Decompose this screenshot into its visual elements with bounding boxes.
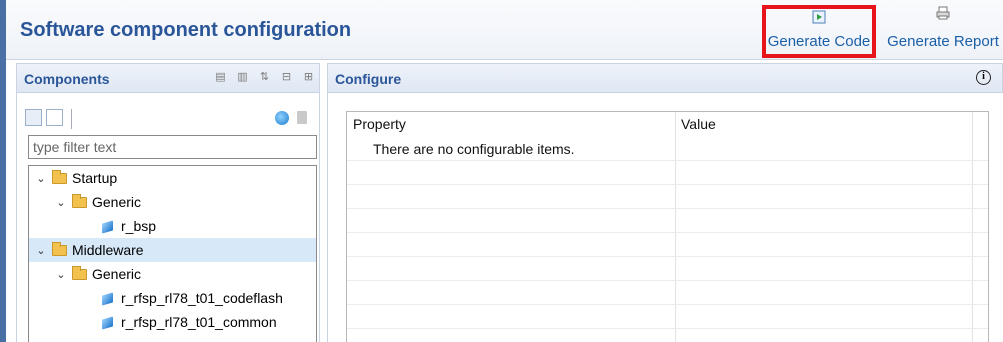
editor-header: Software component configuration Generat… [6, 0, 1003, 60]
tree-item[interactable]: r_bsp [29, 214, 316, 238]
row-divider [347, 304, 988, 305]
sort-alpha-icon[interactable]: ⇅ [258, 71, 271, 84]
column-divider [675, 112, 676, 342]
component-icon [101, 291, 115, 305]
column-header-value[interactable]: Value [681, 116, 716, 132]
printer-icon [936, 6, 950, 20]
chevron-down-icon[interactable]: ⌄ [35, 172, 47, 185]
column-header-property[interactable]: Property [353, 116, 406, 132]
component-tree: ⌄ Startup ⌄ Generic r_bsp ⌄ Middleware ⌄… [28, 165, 317, 342]
row-divider [347, 256, 988, 257]
row-divider [347, 280, 988, 281]
category-view-icon[interactable] [25, 109, 42, 126]
tree-item-label: Generic [92, 266, 142, 282]
row-divider [347, 160, 988, 161]
configure-panel: Property Value There are no configurable… [327, 93, 1003, 342]
generate-code-icon [812, 10, 826, 24]
folder-icon [72, 265, 87, 280]
add-component-icon[interactable] [275, 111, 289, 125]
component-icon [101, 315, 115, 329]
row-divider [347, 208, 988, 209]
column-divider [972, 112, 973, 342]
tree-item[interactable]: ⌄ Generic [29, 190, 316, 214]
expand-all-icon[interactable]: ▥ [236, 71, 249, 84]
tree-item-label: Middleware [72, 242, 144, 258]
collapse-all-icon[interactable]: ▤ [214, 71, 227, 84]
empty-message: There are no configurable items. [373, 141, 575, 157]
tree-item[interactable]: ⌄ Startup [29, 166, 316, 190]
tree-item[interactable]: ⌄ Middleware [29, 238, 316, 262]
tree-view-icon[interactable] [46, 109, 63, 126]
generate-code-label: Generate Code [767, 33, 871, 50]
generate-report-button[interactable]: Generate Report [884, 4, 1002, 56]
property-table: Property Value There are no configurable… [346, 111, 989, 342]
filter-input[interactable] [28, 135, 317, 159]
components-title: Components [24, 71, 110, 87]
components-panel-header: Components ▤ ▥ ⇅ ⊟ ⊞ [16, 63, 320, 93]
chevron-down-icon[interactable]: ⌄ [35, 244, 47, 257]
tree-item-label: r_rfsp_rl78_t01_common [121, 314, 277, 330]
remove-component-icon[interactable] [297, 111, 307, 124]
chevron-down-icon[interactable]: ⌄ [55, 196, 67, 209]
row-divider [347, 232, 988, 233]
configure-title: Configure [335, 71, 402, 87]
tree-item[interactable]: r_rfsp_rl78_t01_common [29, 310, 316, 334]
folder-icon [52, 241, 67, 256]
folder-icon [52, 169, 67, 184]
page-title: Software component configuration [20, 19, 352, 41]
chevron-down-icon[interactable]: ⌄ [55, 268, 67, 281]
row-divider [347, 184, 988, 185]
tree-item[interactable]: ⌄ Generic [29, 262, 316, 286]
tree-item[interactable]: r_rfsp_rl78_t01_codeflash [29, 286, 316, 310]
tree-item-label: Generic [92, 194, 142, 210]
row-divider [347, 328, 988, 329]
tree-item-label: Startup [72, 170, 118, 186]
components-panel: ⌄ Startup ⌄ Generic r_bsp ⌄ Middleware ⌄… [16, 93, 320, 342]
tree-item-label: r_bsp [121, 218, 157, 234]
generate-code-button[interactable]: Generate Code [762, 5, 876, 58]
configure-panel-header: Configure i [327, 63, 1003, 93]
tree-item-label: r_rfsp_rl78_t01_codeflash [121, 290, 283, 306]
component-icon [101, 219, 115, 233]
generate-report-label: Generate Report [887, 33, 999, 50]
collapse-icon[interactable]: ⊟ [280, 71, 293, 84]
expand-icon[interactable]: ⊞ [302, 71, 315, 84]
info-icon[interactable]: i [976, 70, 991, 85]
folder-icon [72, 193, 87, 208]
toolbar-separator [71, 109, 72, 129]
